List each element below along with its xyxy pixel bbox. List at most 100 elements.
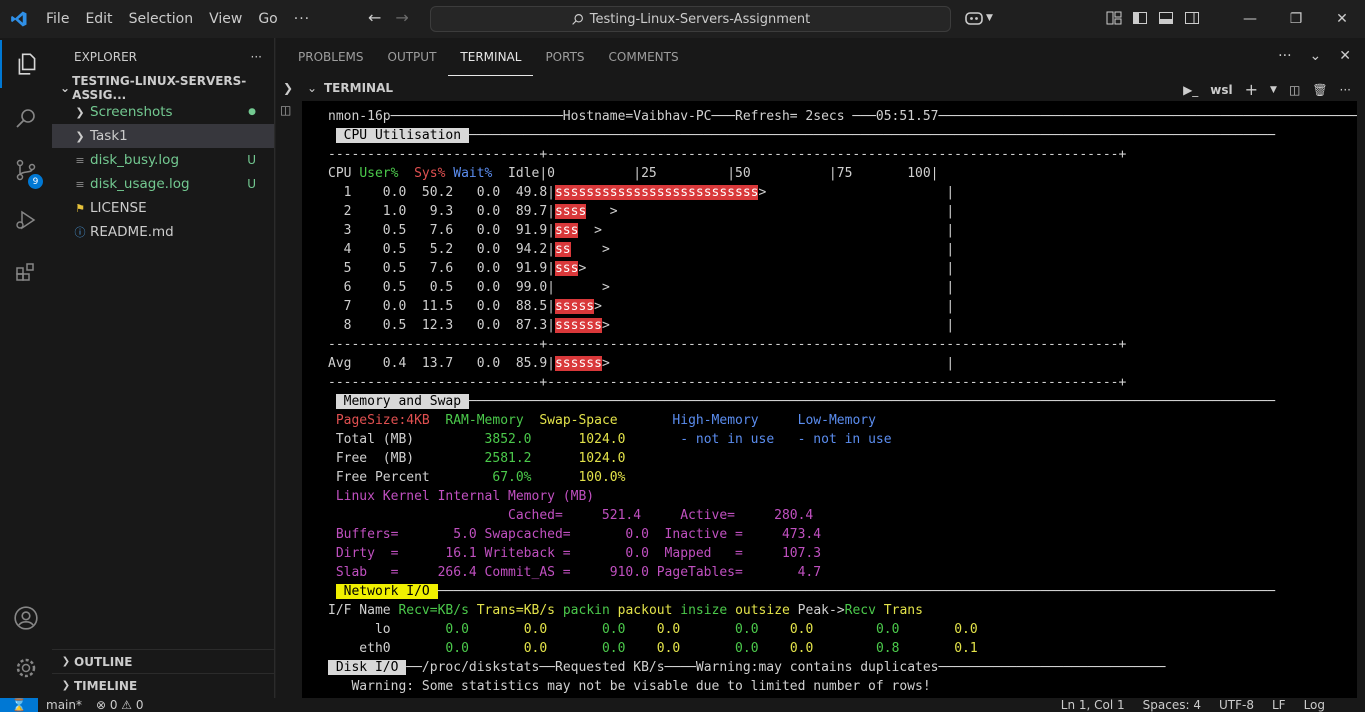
menu-edit[interactable]: Edit: [77, 11, 120, 27]
info-icon: ⓘ: [74, 226, 86, 239]
chevron-down-icon[interactable]: ▼: [1270, 85, 1277, 95]
terminal-shell-label[interactable]: wsl: [1210, 83, 1232, 97]
explorer-icon[interactable]: [0, 40, 52, 88]
end-of-line[interactable]: LF: [1272, 698, 1286, 712]
workspace-folder-label: TESTING-LINUX-SERVERS-ASSIG...: [72, 74, 247, 102]
title-bar: File Edit Selection View Go ··· ← → Test…: [0, 0, 1365, 38]
workspace-folder[interactable]: ⌄ TESTING-LINUX-SERVERS-ASSIG...: [52, 74, 274, 102]
accounts-icon[interactable]: [0, 594, 52, 642]
tree-item-label: disk_busy.log: [90, 152, 180, 168]
untracked-status: U: [247, 177, 256, 191]
menu-selection[interactable]: Selection: [121, 11, 202, 27]
tab-output[interactable]: OUTPUT: [376, 38, 449, 76]
command-center-search[interactable]: Testing-Linux-Servers-Assignment: [430, 6, 951, 32]
net-outsize: 0.0: [758, 622, 814, 637]
language-mode[interactable]: Log: [1304, 698, 1325, 712]
net-packin: 0.0: [547, 641, 626, 656]
kill-terminal-icon[interactable]: 🗑: [1312, 83, 1327, 97]
minimize-icon[interactable]: —: [1227, 0, 1273, 38]
outline-section[interactable]: ❯ OUTLINE: [52, 649, 275, 673]
mem-ram-header: RAM-Memory: [445, 413, 524, 428]
cpu-usage-bar: ssssssssssssssssssssssssss: [554, 185, 759, 200]
copilot-button[interactable]: ▼: [964, 9, 993, 27]
chevron-right-icon: ❯: [75, 105, 85, 119]
back-arrow-icon[interactable]: ←: [368, 8, 381, 27]
chevron-down-icon: ▼: [986, 13, 993, 23]
terminal-gutter: ◫: [276, 101, 302, 698]
search-icon[interactable]: [0, 94, 52, 142]
memory-section-header: Memory and Swap: [335, 394, 469, 409]
close-icon[interactable]: ✕: [1319, 0, 1365, 38]
chevron-right-icon: ❯: [61, 680, 71, 691]
toggle-sidebar-icon[interactable]: [1132, 10, 1148, 26]
menu-more-button[interactable]: ···: [286, 11, 318, 27]
toggle-secondary-sidebar-icon[interactable]: [1184, 10, 1200, 26]
menu-file[interactable]: File: [38, 11, 77, 27]
untracked-status: U: [247, 153, 256, 167]
settings-gear-icon[interactable]: [0, 644, 52, 692]
close-panel-icon[interactable]: ✕: [1339, 48, 1351, 64]
timeline-label: TIMELINE: [74, 678, 138, 693]
more-actions-icon[interactable]: ···: [1278, 48, 1291, 64]
tree-item-label: LICENSE: [90, 200, 147, 216]
cpu-col-wait: Wait%: [453, 166, 493, 181]
explorer-more-button[interactable]: ···: [251, 50, 262, 64]
cpu-usage-bar: ssss: [554, 204, 587, 219]
cpu-col-user: User%: [359, 166, 399, 181]
net-col-peak-recv: Recv: [844, 603, 876, 618]
indentation[interactable]: Spaces: 4: [1143, 698, 1201, 712]
mem-ram-value: 2581.2: [453, 451, 532, 466]
toggle-panel-icon[interactable]: [1158, 10, 1174, 26]
timeline-section[interactable]: ❯ TIMELINE: [52, 673, 275, 697]
mem-swap-value: 100.0%: [531, 470, 626, 485]
cpu-usage-bar: sssss: [554, 299, 595, 314]
tab-ports[interactable]: PORTS: [533, 38, 596, 76]
source-control-badge: 9: [28, 174, 43, 189]
mem-low-header: Low-Memory: [797, 413, 876, 428]
chevron-down-icon[interactable]: ⌄: [1310, 48, 1322, 64]
tree-item-license[interactable]: ⚑ LICENSE: [52, 196, 274, 220]
net-insize: 0.0: [680, 641, 759, 656]
tree-item-label: README.md: [90, 224, 174, 240]
tree-item-task1[interactable]: ❯ Task1: [52, 124, 274, 148]
disk-section-header: Disk I/O: [328, 660, 407, 675]
chevron-down-icon: ⌄: [60, 81, 71, 95]
split-terminal-icon[interactable]: ◫: [1289, 83, 1300, 97]
tree-item-disk-busy-log[interactable]: ≡ disk_busy.log U: [52, 148, 274, 172]
tree-item-disk-usage-log[interactable]: ≡ disk_usage.log U: [52, 172, 274, 196]
tab-problems[interactable]: PROBLEMS: [286, 38, 376, 76]
problems-count[interactable]: ⊗ 0 ⚠ 0: [96, 698, 144, 712]
remote-indicator-icon[interactable]: ⌛: [0, 698, 38, 712]
mem-high-value: - not in use: [680, 432, 775, 447]
forward-arrow-icon[interactable]: →: [395, 8, 408, 27]
explorer-title: EXPLORER: [74, 50, 137, 64]
run-debug-icon[interactable]: [0, 196, 52, 244]
menu-go[interactable]: Go: [250, 11, 285, 27]
git-branch[interactable]: main*: [46, 698, 82, 712]
chevron-right-icon: ❯: [61, 656, 71, 667]
outline-label: OUTLINE: [74, 654, 133, 669]
more-actions-icon[interactable]: ···: [1340, 83, 1351, 97]
tab-comments[interactable]: COMMENTS: [597, 38, 691, 76]
net-recv: 0.0: [390, 622, 469, 637]
mem-pagesize: PageSize:4KB: [335, 413, 430, 428]
customize-layout-icon[interactable]: [1106, 10, 1122, 26]
tree-item-readme[interactable]: ⓘ README.md: [52, 220, 274, 244]
mem-swap-header: Swap-Space: [539, 413, 618, 428]
tree-item-screenshots[interactable]: ❯ Screenshots ●: [52, 100, 274, 124]
source-control-icon[interactable]: 9: [0, 146, 52, 194]
explorer-sidebar: EXPLORER ··· ⌄ TESTING-LINUX-SERVERS-ASS…: [52, 38, 275, 698]
restore-icon[interactable]: ❐: [1273, 0, 1319, 38]
status-bar: ⌛ main* ⊗ 0 ⚠ 0 Ln 1, Col 1 Spaces: 4 UT…: [0, 698, 1365, 712]
extensions-icon[interactable]: [0, 248, 52, 296]
command-center-label: Testing-Linux-Servers-Assignment: [589, 11, 811, 27]
net-col-peak-trans: Trans: [883, 603, 923, 618]
net-peak-recv: 0.0: [813, 622, 900, 637]
encoding[interactable]: UTF-8: [1219, 698, 1254, 712]
menu-view[interactable]: View: [201, 11, 250, 27]
terminal-section-title: TERMINAL: [324, 81, 394, 95]
tab-terminal[interactable]: TERMINAL: [448, 38, 534, 76]
new-terminal-icon[interactable]: +: [1245, 80, 1258, 99]
terminal-output[interactable]: nmon-16p──────────────────────Hostname=V…: [302, 101, 1357, 698]
cursor-position[interactable]: Ln 1, Col 1: [1061, 698, 1125, 712]
